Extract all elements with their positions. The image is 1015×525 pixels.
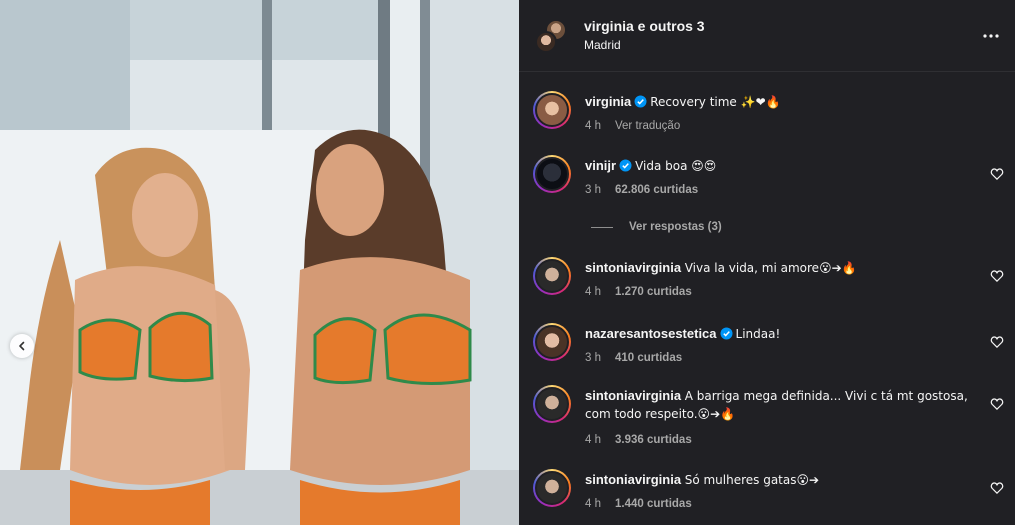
comment-meta: 3 h 410 curtidas [585, 352, 696, 364]
comment-time[interactable]: 4 h [585, 286, 601, 298]
comment-username[interactable]: sintoniavirginia [585, 260, 681, 275]
comment-body: Só mulheres gatas😮➔ [684, 473, 820, 487]
comment-body: Vida boa 😍😍 [635, 159, 717, 173]
comment-text: vinijr Vida boa 😍😍 [585, 157, 985, 175]
comment-body: Recovery time ✨❤🔥 [650, 95, 781, 109]
comment-text: nazaresantosestetica Lindaa! [585, 325, 985, 343]
heart-icon[interactable] [990, 335, 1004, 349]
comment-text: sintoniavirginia Viva la vida, mi amore😮… [585, 259, 985, 277]
avatar[interactable] [533, 155, 571, 193]
photo-illustration [0, 0, 519, 525]
comment-username[interactable]: sintoniavirginia [585, 388, 681, 403]
heart-icon[interactable] [990, 397, 1004, 411]
comment-time[interactable]: 3 h [585, 352, 601, 364]
replies-divider [591, 226, 613, 228]
comment-meta: 4 h Ver tradução [585, 120, 694, 132]
comment-time[interactable]: 4 h [585, 498, 601, 510]
comment-time[interactable]: 4 h [585, 120, 601, 132]
post-photo [0, 0, 519, 525]
heart-icon[interactable] [990, 269, 1004, 283]
avatar [535, 31, 557, 53]
comment-username[interactable]: virginia [585, 94, 631, 109]
view-replies-label: Ver respostas (3) [629, 221, 722, 233]
comment-username[interactable]: nazaresantosestetica [585, 326, 717, 341]
comments-list: virginia Recovery time ✨❤🔥 4 h Ver traduçã… [519, 73, 1015, 525]
like-count[interactable]: 410 curtidas [615, 352, 682, 364]
verified-badge-icon [720, 327, 733, 340]
chevron-left-icon [19, 341, 25, 351]
post-header: virginia e outros 3 Madrid [519, 0, 1015, 72]
avatar[interactable] [533, 385, 571, 423]
avatar[interactable] [533, 257, 571, 295]
comment-username[interactable]: sintoniavirginia [585, 472, 681, 487]
comment-body: Lindaa! [735, 327, 781, 341]
comment-meta: 4 h 1.440 curtidas [585, 498, 706, 510]
more-options-icon [983, 34, 999, 38]
comment-text: sintoniavirginia A barriga mega definida… [585, 387, 985, 423]
like-count[interactable]: 3.936 curtidas [615, 434, 692, 446]
verified-badge-icon [634, 95, 647, 108]
post-details-panel: virginia e outros 3 Madrid virginia Recov… [519, 0, 1015, 525]
heart-icon[interactable] [990, 167, 1004, 181]
like-count[interactable]: 1.270 curtidas [615, 286, 692, 298]
see-translation-button[interactable]: Ver tradução [615, 120, 680, 132]
avatar[interactable] [533, 469, 571, 507]
comment-username[interactable]: vinijr [585, 158, 616, 173]
header-avatars[interactable] [535, 19, 569, 53]
comment-text: sintoniavirginia Só mulheres gatas😮➔ [585, 471, 985, 489]
like-count[interactable]: 62.806 curtidas [615, 184, 698, 196]
previous-photo-button[interactable] [10, 334, 34, 358]
avatar[interactable] [533, 323, 571, 361]
more-options-button[interactable] [979, 24, 1003, 48]
heart-icon[interactable] [990, 481, 1004, 495]
verified-badge-icon [619, 159, 632, 172]
view-replies-button[interactable]: Ver respostas (3) [591, 221, 722, 233]
comment-meta: 4 h 1.270 curtidas [585, 286, 706, 298]
comment-meta: 3 h 62.806 curtidas [585, 184, 712, 196]
post-author-title[interactable]: virginia e outros 3 [584, 18, 705, 34]
avatar[interactable] [533, 91, 571, 129]
comment-time[interactable]: 4 h [585, 434, 601, 446]
like-count[interactable]: 1.440 curtidas [615, 498, 692, 510]
comment-text: virginia Recovery time ✨❤🔥 [585, 93, 985, 111]
post-location[interactable]: Madrid [584, 38, 621, 52]
comment-body: Viva la vida, mi amore😮➔🔥 [684, 261, 857, 275]
comment-time[interactable]: 3 h [585, 184, 601, 196]
comment-meta: 4 h 3.936 curtidas [585, 434, 706, 446]
